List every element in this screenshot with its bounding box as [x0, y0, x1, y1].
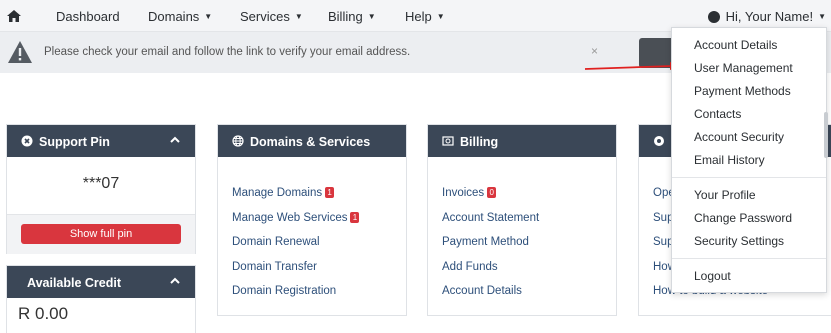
menu-item-security-settings[interactable]: Security Settings [694, 234, 784, 248]
menu-item-account-security[interactable]: Account Security [694, 130, 784, 144]
user-menu-toggle[interactable]: Hi, Your Name! ▼ [707, 9, 826, 24]
link-account-details[interactable]: Account Details [442, 285, 539, 310]
panel-title: Support Pin [39, 135, 110, 149]
link-payment-method[interactable]: Payment Method [442, 236, 539, 261]
nav-billing-label: Billing [328, 9, 363, 24]
user-icon [707, 11, 720, 23]
panel-header: Domains & Services [218, 125, 406, 157]
nav-help[interactable]: Help ▼ [405, 9, 445, 24]
link-label: Manage Web Services [232, 211, 348, 224]
domains-services-panel: Domains & Services Manage Domains 1 Manag… [217, 124, 407, 316]
menu-item-change-password[interactable]: Change Password [694, 211, 792, 225]
support-pin-panel: Support Pin ***07 Show full pin [6, 124, 196, 254]
nav-dashboard[interactable]: Dashboard [56, 9, 120, 24]
annotation-arrow [584, 62, 681, 70]
alert-message: Please check your email and follow the l… [44, 46, 411, 58]
link-domain-transfer[interactable]: Domain Transfer [232, 261, 359, 286]
chevron-up-icon[interactable] [169, 134, 181, 146]
money-icon [442, 136, 454, 146]
user-dropdown-menu: Account Details User Management Payment … [671, 27, 827, 293]
credit-value: R 0.00 [18, 304, 69, 323]
menu-item-user-management[interactable]: User Management [694, 61, 793, 75]
menu-divider [672, 258, 826, 259]
chevron-up-icon[interactable] [169, 275, 181, 287]
caret-down-icon: ▼ [204, 12, 213, 21]
times-circle-icon [21, 135, 33, 147]
caret-down-icon: ▼ [436, 12, 445, 21]
user-menu-label: Hi, Your Name! [725, 9, 814, 24]
count-badge: 1 [325, 187, 335, 198]
link-invoices[interactable]: Invoices 0 [442, 187, 539, 212]
link-domain-registration[interactable]: Domain Registration [232, 285, 359, 310]
menu-item-logout[interactable]: Logout [694, 269, 731, 283]
link-manage-domains[interactable]: Manage Domains 1 [232, 187, 359, 212]
panel-title: Available Credit [27, 276, 122, 290]
menu-divider [672, 177, 826, 178]
warning-icon [8, 41, 32, 63]
panel-title: Billing [460, 135, 499, 149]
nav-services[interactable]: Services ▼ [240, 9, 303, 24]
show-full-pin-button[interactable]: Show full pin [21, 224, 181, 244]
menu-item-account-details[interactable]: Account Details [694, 38, 777, 52]
menu-item-payment-methods[interactable]: Payment Methods [694, 84, 791, 98]
panel-title: Domains & Services [250, 135, 371, 149]
caret-down-icon: ▼ [818, 12, 826, 21]
nav-domains[interactable]: Domains ▼ [148, 9, 212, 24]
life-ring-icon [654, 136, 664, 146]
panel-header: Support Pin [7, 125, 195, 157]
nav-domains-label: Domains [148, 9, 200, 24]
panel-header: Available Credit [7, 266, 195, 298]
link-list: Invoices 0 Account Statement Payment Meth… [442, 187, 539, 310]
caret-down-icon: ▼ [294, 12, 303, 21]
link-list: Manage Domains 1 Manage Web Services 1 Dom… [232, 187, 360, 310]
nav-services-label: Services [240, 9, 290, 24]
panel-header: Billing [428, 125, 616, 157]
link-manage-web-services[interactable]: Manage Web Services 1 [232, 211, 360, 237]
link-label: Manage Domains [232, 187, 323, 199]
panel-footer: Show full pin [7, 214, 195, 254]
count-badge: 0 [487, 187, 497, 198]
scrollbar-thumb[interactable] [824, 112, 828, 158]
alert-close-button[interactable]: × [591, 44, 598, 58]
support-pin-value: ***07 [82, 175, 120, 192]
globe-icon [232, 135, 244, 147]
caret-down-icon: ▼ [367, 12, 376, 21]
link-add-funds[interactable]: Add Funds [442, 261, 539, 286]
menu-item-your-profile[interactable]: Your Profile [694, 188, 756, 202]
link-account-statement[interactable]: Account Statement [442, 212, 539, 237]
count-badge: 1 [350, 211, 360, 223]
menu-item-email-history[interactable]: Email History [694, 153, 765, 167]
home-icon[interactable] [6, 8, 22, 24]
menu-item-contacts[interactable]: Contacts [694, 107, 741, 121]
nav-billing[interactable]: Billing ▼ [328, 9, 376, 24]
link-domain-renewal[interactable]: Domain Renewal [232, 236, 359, 261]
link-label: Invoices [442, 187, 485, 199]
nav-help-label: Help [405, 9, 432, 24]
available-credit-panel: Available Credit R 0.00 [6, 265, 196, 333]
billing-panel: Billing Invoices 0 Account Statement Paym… [427, 124, 617, 316]
